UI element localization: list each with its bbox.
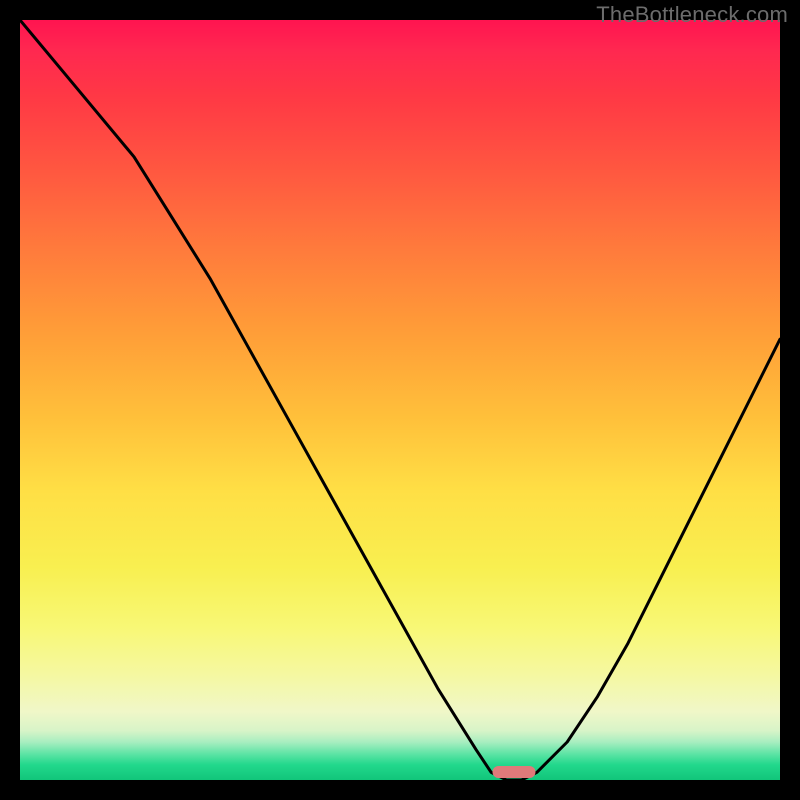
chart-gradient-background bbox=[20, 20, 780, 780]
watermark-text: TheBottleneck.com bbox=[596, 2, 788, 28]
chart-frame: TheBottleneck.com bbox=[0, 0, 800, 800]
